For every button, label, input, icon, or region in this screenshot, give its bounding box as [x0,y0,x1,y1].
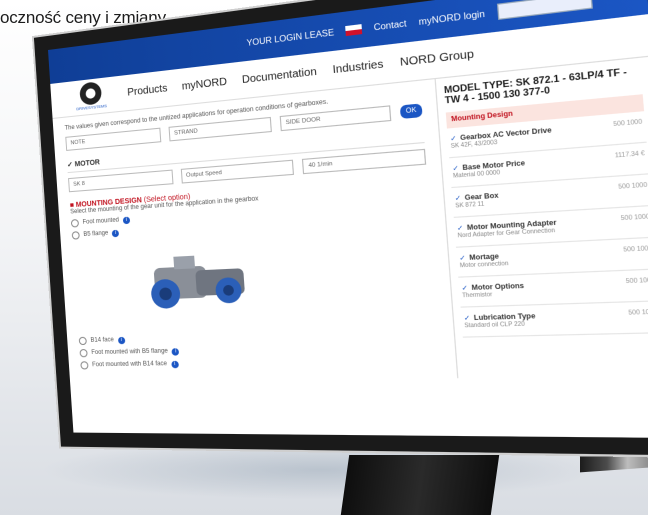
radio[interactable] [80,361,89,370]
text-field[interactable]: NOTE [65,127,162,151]
caption: oczność ceny i zmiany [0,8,166,27]
option-row[interactable]: Foot mounted with B14 face i [80,355,441,370]
topbar-link[interactable]: YOUR LOGIN LEASE [246,27,334,48]
monitor-screen: YOUR LOGIN LEASE Contact myNORD login DR… [48,0,648,438]
radio[interactable] [70,218,80,228]
gear-icon [79,81,103,106]
option-row[interactable]: Foot mounted with B5 flange i [79,342,440,358]
info-icon[interactable]: i [170,360,179,368]
motor-image [150,255,245,310]
info-icon[interactable]: i [171,347,180,356]
topbar-link[interactable]: myNORD login [418,8,485,26]
radio[interactable] [71,231,80,240]
flag-icon[interactable] [345,23,363,36]
summary-item[interactable]: ✓ Lubrication Type Standard oil CLP 220 50… [460,301,648,338]
output-speed-label: Output Speed [180,159,295,184]
monitor-stand [340,455,500,515]
monitor-shadow [40,440,600,500]
motor-select[interactable]: SK 8 [68,169,174,193]
nav-item-mynord[interactable]: myNORD [181,76,227,93]
text-field[interactable]: STRAND [168,116,272,142]
topbar-link[interactable]: Contact [373,18,407,32]
radio[interactable] [78,336,87,346]
search-input[interactable] [496,0,593,20]
radio[interactable] [79,349,88,358]
ok-button[interactable]: OK [399,103,423,120]
nav-item-nord-group[interactable]: NORD Group [400,48,475,69]
nav-item-documentation[interactable]: Documentation [242,66,317,86]
info-icon[interactable]: i [117,336,126,344]
nav-item-products[interactable]: Products [127,82,168,98]
output-speed-select[interactable]: 40 1/min [302,148,427,175]
text-field[interactable]: SIDE DOOR [279,105,392,132]
info-icon[interactable]: i [111,229,120,237]
info-icon[interactable]: i [122,216,131,224]
nav-item-industries[interactable]: Industries [332,58,384,76]
config-panel: The values given correspond to the uniti… [53,79,458,382]
logo[interactable]: DRIVESYSTEMS [68,80,115,113]
summary-sidebar: MODEL TYPE: SK 872.1 - 63LP/4 TF - TW 4 … [434,56,648,379]
